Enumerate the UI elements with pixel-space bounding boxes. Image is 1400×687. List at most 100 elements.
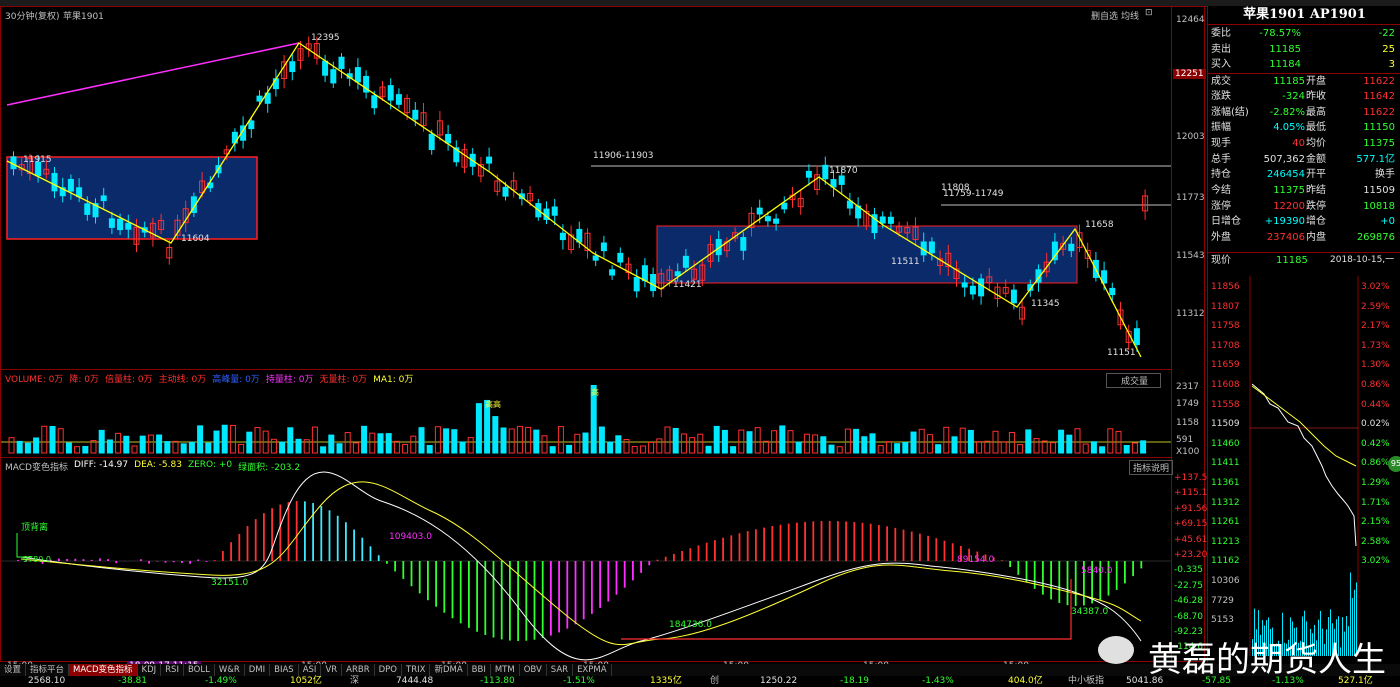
indicator-tab[interactable]: BIAS [270,664,299,676]
macd-bar [1140,561,1143,569]
indicator-tab[interactable]: MTM [491,664,520,676]
macd-bar [140,559,142,561]
volume-bar [926,434,933,454]
y-axis-line [1171,7,1172,663]
now-date: 2018-10-15,一 [1330,255,1395,265]
macd-bar [435,561,437,607]
indicator-tab[interactable]: DMI [245,664,271,676]
candle-body [633,276,640,292]
volume-y-label: 591 [1176,435,1194,445]
indicator-tab[interactable]: EXPMA [573,664,612,676]
indicator-tab[interactable]: W&R [215,664,245,676]
macd-bar [1001,560,1003,561]
volume-bar [1033,438,1040,454]
volume-bar [1099,446,1106,454]
candle-body [609,269,616,276]
indicator-tab[interactable]: SAR [547,664,574,676]
volume-bar [861,436,868,454]
macd-bar [484,561,487,635]
macd-bar [468,561,470,628]
indicator-tab[interactable]: RSI [161,664,184,676]
indicator-tab[interactable]: ASI [299,664,322,676]
quote-value: 11185 [1269,43,1301,55]
indicator-tab[interactable]: BOLL [184,664,215,676]
macd-bar [697,545,700,561]
quote-value-2: 11509 [1363,185,1395,196]
quote-value: 40 [1292,137,1305,149]
macd-bar [779,524,782,561]
volume-bar [434,426,441,454]
volume-bar [49,426,56,454]
macd-bar [1050,561,1052,600]
macd-bar [500,561,503,640]
macd-bar [804,521,806,561]
volume-bar [713,425,720,454]
indicator-tab[interactable]: OBV [520,664,547,676]
candle-body [395,94,402,105]
macd-bar [714,540,716,561]
volume-bar [205,442,212,454]
chart-area: 30分钟(复权) 苹果1901 删自选 均线 ⊡ 12464 12251 120… [0,6,1207,671]
volume-bar [1041,440,1048,454]
indicator-tab[interactable]: ARBR [342,664,375,676]
macd-bar [607,561,610,602]
indicator-tab[interactable]: 新DMA [430,664,468,676]
macd-bar [1115,561,1118,590]
volume-bar [967,429,974,454]
indicator-tab[interactable]: MACD变色指标 [69,664,138,676]
quote-label: 成交 [1211,76,1231,88]
volume-bar [1000,441,1007,454]
indicator-tab[interactable]: KDJ [138,664,162,676]
status-item: 1052亿 [290,676,322,686]
indicator-tab[interactable]: DPO [375,664,403,676]
volume-bar [287,427,294,454]
volume-bar [541,435,548,454]
float-badge[interactable]: 95 [1388,456,1400,472]
volume-bar [721,429,728,454]
volume-bar [156,434,163,454]
macd-bar [82,559,85,561]
volume-bar [566,444,573,454]
quote-value: 4.05% [1273,122,1305,134]
macd-bar [476,561,478,632]
indicator-tab[interactable]: BBI [468,664,491,676]
macd-bar [1033,561,1036,589]
macd-bar [459,561,462,624]
quote-value-2: 10818 [1363,200,1395,212]
candle-body [108,218,115,228]
candle-body [354,67,361,83]
macd-y-label: -22.75 [1174,580,1204,591]
macd-annotation: 34387.0 [1071,607,1109,617]
macd-bar [943,540,946,561]
indicator-tab[interactable]: 设置 [0,664,27,676]
indicator-tab[interactable]: TRIX [402,664,431,676]
volume-bar [311,426,318,454]
volume-bar [623,439,630,454]
volume-header-item: MA1: 0万 [373,375,414,385]
price-y-label: 12003 [1176,132,1205,142]
macd-bar [312,503,314,561]
volume-bar [803,433,810,454]
macd-bar [148,561,150,564]
candle-body [822,164,829,180]
candle-body [740,237,747,251]
indicator-tab[interactable]: 指标平台 [26,664,70,676]
macd-bar [304,501,306,561]
quote-label-2: 跌停 [1306,200,1326,212]
indicator-tab[interactable]: VR [321,664,343,676]
volume-bar [98,429,105,454]
annotation-11870: 11870 [829,166,858,176]
macd-bar [74,558,77,561]
macd-bar [919,533,921,561]
volume-bar [639,445,646,454]
macd-bar [58,558,60,561]
volume-bar [123,435,130,454]
status-item: 创 [710,676,720,686]
volume-y-label: 1749 [1176,399,1199,409]
macd-bar [566,561,569,629]
macd-chart [1,471,1171,661]
quote-label-2: 最高 [1306,106,1326,118]
volume-bar [90,440,97,454]
candle-body [387,85,394,101]
macd-bar [410,561,413,587]
